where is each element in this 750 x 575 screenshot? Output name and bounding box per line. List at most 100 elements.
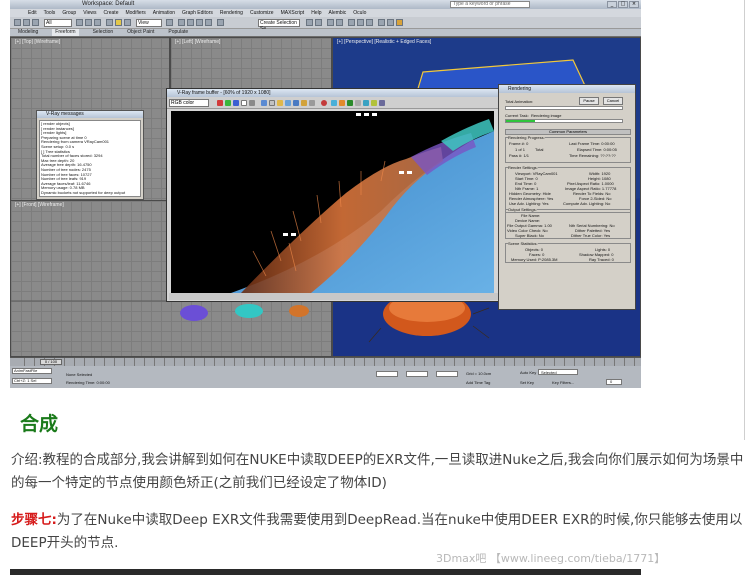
render-icon[interactable] [396, 19, 403, 26]
menu-help[interactable]: Help [311, 9, 321, 17]
viewport-label[interactable]: [+] [Top] [Wireframe] [15, 39, 60, 45]
time-slider[interactable]: 0 / 100 [10, 357, 641, 367]
green-channel-icon[interactable] [225, 100, 231, 106]
frame-number: Frame #: 0 [509, 141, 529, 146]
snap-icon[interactable] [178, 19, 185, 26]
key-filters-button[interactable]: Key Filters... [552, 380, 574, 385]
frame-buffer-title: V-Ray frame buffer - [60% of 1920 x 1080… [167, 89, 506, 97]
lut-icon[interactable] [371, 100, 377, 106]
menu-views[interactable]: Views [83, 9, 96, 17]
selection-filter-select[interactable]: All [44, 19, 72, 27]
x-coordinate-field[interactable] [376, 371, 398, 377]
minimize-button[interactable]: _ [607, 1, 617, 8]
red-channel-icon[interactable] [217, 100, 223, 106]
layer-manager-icon[interactable] [327, 19, 334, 26]
purple-object [180, 305, 208, 321]
menu-oculo[interactable]: Oculo [353, 9, 366, 17]
region-render-icon[interactable] [293, 100, 299, 106]
lens-effects-icon[interactable] [331, 100, 337, 106]
render-last-icon[interactable] [301, 100, 307, 106]
rendering-progress-dialog[interactable]: Rendering Pause Cancel Total Animation: … [498, 84, 636, 310]
pivot-icon[interactable] [166, 19, 173, 26]
vray-messages-window[interactable]: V-Ray messages [ render objects] [ rende… [36, 110, 144, 200]
clear-image-icon[interactable] [269, 100, 275, 106]
tab-selection[interactable]: Selection [93, 29, 114, 36]
vray-frame-buffer[interactable]: V-Ray frame buffer - [60% of 1920 x 1080… [166, 88, 507, 302]
mono-icon[interactable] [249, 100, 255, 106]
maximize-button[interactable]: □ [618, 1, 628, 8]
spinner-snap-icon[interactable] [205, 19, 212, 26]
stat-memory-used: Memory Used: P:2085.3M [511, 257, 558, 262]
history-icon[interactable] [347, 100, 353, 106]
percent-snap-icon[interactable] [196, 19, 203, 26]
time-slider-knob[interactable]: 0 / 100 [40, 359, 62, 365]
menu-group[interactable]: Group [62, 9, 76, 17]
viewport-label[interactable]: [+] [Left] [Wireframe] [175, 39, 220, 45]
task-progress-bar [505, 119, 623, 123]
title-bar: Workspace: Default Type a keyword or phr… [10, 0, 641, 9]
rotate-icon[interactable] [115, 19, 122, 26]
output-dither-true-color: Dither True Color: Yes [571, 233, 611, 238]
z-coordinate-field[interactable] [436, 371, 458, 377]
schematic-icon[interactable] [357, 19, 364, 26]
move-icon[interactable] [106, 19, 113, 26]
search-input[interactable]: Type a keyword or phrase [450, 1, 530, 8]
pause-button[interactable]: Pause [579, 97, 599, 105]
copy-icon[interactable] [277, 100, 283, 106]
alpha-channel-icon[interactable] [241, 100, 247, 106]
cancel-button[interactable]: Cancel [603, 97, 623, 105]
render-image[interactable] [171, 111, 494, 293]
menu-modifiers[interactable]: Modifiers [125, 9, 145, 17]
render-setup-icon[interactable] [378, 19, 385, 26]
menu-edit[interactable]: Edit [28, 9, 37, 17]
channel-select[interactable]: RGB color [169, 99, 209, 107]
tab-populate[interactable]: Populate [168, 29, 188, 36]
menu-animation[interactable]: Animation [153, 9, 175, 17]
align-icon[interactable] [315, 19, 322, 26]
blue-channel-icon[interactable] [233, 100, 239, 106]
select-icon[interactable] [76, 19, 83, 26]
angle-snap-icon[interactable] [187, 19, 194, 26]
link-icon[interactable] [32, 19, 39, 26]
tab-modeling[interactable]: Modeling [18, 29, 38, 36]
material-editor-icon[interactable] [366, 19, 373, 26]
stop-render-icon[interactable] [321, 100, 327, 106]
messages-log[interactable]: [ render objects] [ render instances] [ … [39, 120, 141, 197]
pixel-info-icon[interactable] [355, 100, 361, 106]
menu-rendering[interactable]: Rendering [220, 9, 243, 17]
add-time-tag-button[interactable]: Add Time Tag [466, 380, 490, 385]
scale-icon[interactable] [124, 19, 131, 26]
curve-editor-icon[interactable] [348, 19, 355, 26]
compare-icon[interactable] [379, 100, 385, 106]
stat-ray-traced: Ray Traced: 0 [589, 257, 614, 262]
menu-customize[interactable]: Customize [250, 9, 274, 17]
menu-alembic[interactable]: Alembic [329, 9, 347, 17]
set-key-button[interactable]: Set Key [520, 380, 534, 385]
mirror-icon[interactable] [306, 19, 313, 26]
graphite-icon[interactable] [336, 19, 343, 26]
menu-graph-editors[interactable]: Graph Editors [182, 9, 213, 17]
redo-icon[interactable] [23, 19, 30, 26]
step-label: 步骤七: [11, 512, 57, 528]
menu-tools[interactable]: Tools [44, 9, 56, 17]
save-image-icon[interactable] [261, 100, 267, 106]
menu-maxscript[interactable]: MAXScript [281, 9, 305, 17]
select-by-name-icon[interactable] [85, 19, 92, 26]
close-button[interactable]: × [629, 1, 639, 8]
tab-freeform[interactable]: Freeform [52, 29, 79, 36]
link-to-render-icon[interactable] [309, 100, 315, 106]
reference-coord-select[interactable]: View [136, 19, 162, 27]
undo-icon[interactable] [14, 19, 21, 26]
color-correction-icon[interactable] [339, 100, 345, 106]
render-frame-icon[interactable] [387, 19, 394, 26]
edit-named-selection-icon[interactable] [217, 19, 224, 26]
region-select-icon[interactable] [94, 19, 101, 26]
display-srgb-icon[interactable] [363, 100, 369, 106]
menu-create[interactable]: Create [103, 9, 118, 17]
auto-key-button[interactable]: Auto Key [520, 370, 536, 375]
current-frame-field[interactable] [606, 379, 622, 385]
y-coordinate-field[interactable] [406, 371, 428, 377]
track-mouse-icon[interactable] [285, 100, 291, 106]
named-selection-select[interactable]: Create Selection Se [258, 19, 300, 32]
tab-object-paint[interactable]: Object Paint [127, 29, 154, 36]
